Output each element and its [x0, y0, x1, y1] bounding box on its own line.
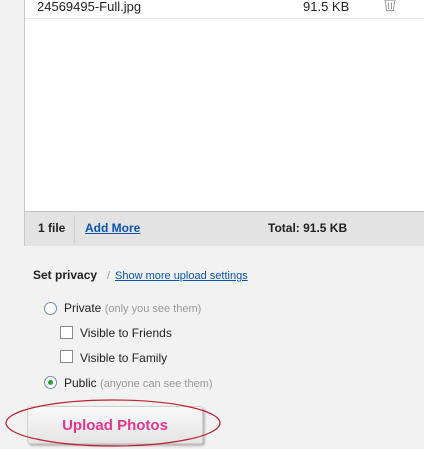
public-label: Public [64, 376, 97, 390]
trash-icon[interactable] [383, 0, 397, 13]
private-hint: (only you see them) [104, 303, 202, 315]
privacy-heading: Set privacy [33, 268, 98, 282]
add-more-link[interactable]: Add More [85, 221, 140, 235]
show-more-settings-link[interactable]: Show more upload settings [115, 270, 248, 282]
private-radio[interactable] [44, 302, 57, 315]
file-summary-bar: 1 file Add More Total: 91.5 KB [25, 211, 424, 246]
private-option[interactable]: Private (only you see them) [64, 301, 201, 315]
file-size: 91.5 KB [303, 0, 350, 14]
public-hint: (anyone can see them) [100, 378, 213, 390]
total-size: Total: 91.5 KB [268, 221, 348, 235]
radio-selected-dot [48, 380, 53, 385]
file-list-panel: 24569495-Full.jpg 91.5 KB 1 file Add Mor… [24, 0, 424, 246]
upload-photos-button[interactable]: Upload Photos [27, 406, 203, 444]
upload-button-label: Upload Photos [62, 417, 168, 434]
file-row: 24569495-Full.jpg 91.5 KB [25, 0, 424, 19]
separator: / [107, 270, 111, 282]
friends-checkbox[interactable] [60, 326, 73, 339]
private-label: Private [64, 301, 102, 315]
friends-label[interactable]: Visible to Friends [80, 326, 172, 340]
family-checkbox[interactable] [60, 350, 73, 363]
public-radio[interactable] [44, 376, 57, 389]
public-option[interactable]: Public (anyone can see them) [64, 376, 213, 390]
divider [74, 215, 75, 243]
family-label[interactable]: Visible to Family [80, 351, 167, 365]
file-count: 1 file [38, 221, 66, 235]
file-name: 24569495-Full.jpg [37, 0, 142, 14]
